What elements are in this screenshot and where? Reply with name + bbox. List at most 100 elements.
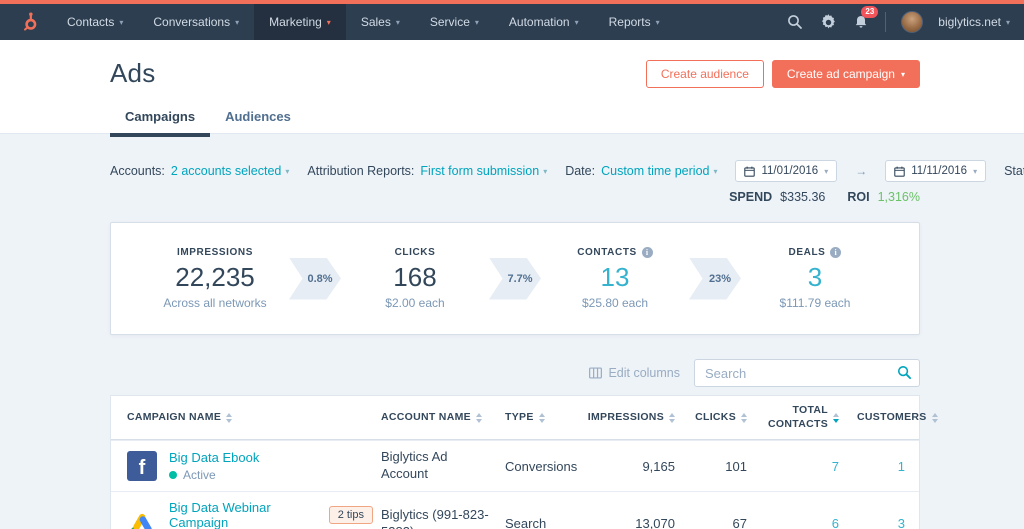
- info-icon[interactable]: i: [641, 247, 653, 259]
- table-row-big-data-webinar-campaign: Big Data Webinar Campaign 2 tips Active …: [111, 491, 919, 529]
- create-audience-button[interactable]: Create audience: [645, 60, 764, 88]
- create-ad-campaign-button[interactable]: Create ad campaign ▾: [771, 60, 920, 88]
- chevron-down-icon: ▾: [395, 17, 400, 27]
- top-nav: Contacts ▾ Conversations ▾ Marketing ▾ Sale…: [0, 4, 1024, 40]
- contacts-metric-value: 13: [600, 262, 630, 293]
- clicks-metric: CLICKS 168 $2.00 each: [341, 247, 489, 310]
- status-active-dot: [169, 471, 177, 480]
- attribution-filter-dropdown[interactable]: First form submission ▾: [420, 164, 547, 178]
- chevron-down-icon: ▾: [1005, 17, 1010, 27]
- date-start-picker[interactable]: 11/01/2016 ▾: [735, 160, 838, 182]
- search-input[interactable]: [694, 359, 920, 387]
- nav-item-service[interactable]: Service ▾: [415, 4, 494, 40]
- settings-gear-icon[interactable]: [819, 13, 837, 31]
- contacts-metric-sub: $25.80 each: [581, 295, 649, 310]
- ads-dashboard: Accounts: 2 accounts selected ▾ Attributi…: [0, 134, 1024, 529]
- contacts-to-deals-rate: 23%: [689, 257, 741, 300]
- nav-utilities: 23 biglytics.net ▾: [786, 6, 1010, 33]
- chevron-down-icon: ▾: [235, 17, 240, 27]
- type-cell: Search: [505, 516, 547, 529]
- user-avatar[interactable]: [901, 11, 924, 33]
- nav-item-label: Conversations: [153, 15, 231, 29]
- clicks-metric-label: CLICKS: [394, 247, 436, 259]
- edit-columns-label: Edit columns: [608, 366, 680, 380]
- spend-value: $335.36: [780, 190, 826, 204]
- column-header-account-name[interactable]: ACCOUNT NAME: [377, 403, 501, 432]
- account-name-cell: Biglytics Ad Account: [381, 449, 448, 482]
- column-header-campaign-name[interactable]: CAMPAIGN NAME: [111, 403, 377, 432]
- date-filter-dropdown[interactable]: Custom time period ▾: [601, 164, 717, 178]
- total-contacts-cell[interactable]: 6: [761, 508, 853, 529]
- spend-roi-summary: SPEND $335.36 ROI 1,316%: [110, 190, 920, 204]
- tab-audiences[interactable]: Audiences: [210, 103, 306, 137]
- deals-metric-sub: $111.79 each: [779, 295, 851, 310]
- deals-metric-label: DEALS i: [741, 247, 889, 259]
- accounts-filter-dropdown[interactable]: 2 accounts selected ▾: [171, 164, 290, 178]
- page-title: Ads: [110, 58, 156, 88]
- impressions-cell: 13,070: [635, 516, 675, 529]
- filter-bar: Accounts: 2 accounts selected ▾ Attributi…: [110, 160, 1024, 182]
- status-filter-label: Status:: [1004, 164, 1024, 178]
- chevron-down-icon: ▾: [285, 166, 290, 176]
- edit-columns-button[interactable]: Edit columns: [589, 366, 680, 380]
- column-header-impressions[interactable]: IMPRESSIONS: [588, 403, 689, 432]
- info-icon[interactable]: i: [830, 247, 842, 259]
- impressions-metric: IMPRESSIONS 22,235 Across all networks: [141, 247, 289, 310]
- campaign-cell: f Big Data Ebook Active: [111, 442, 377, 490]
- chevron-down-icon: ▾: [973, 166, 978, 176]
- nav-item-label: Contacts: [67, 15, 115, 29]
- sort-icon: [931, 412, 938, 423]
- spend-label: SPEND: [729, 190, 773, 204]
- date-end-picker[interactable]: 11/11/2016 ▾: [885, 160, 987, 182]
- table-controls: Edit columns: [110, 359, 920, 387]
- sort-icon: [475, 412, 482, 423]
- nav-item-label: Service: [429, 15, 470, 29]
- notifications-bell-icon[interactable]: 23: [852, 6, 879, 31]
- roi-label: ROI: [847, 190, 870, 204]
- column-header-type[interactable]: TYPE: [501, 403, 589, 432]
- sort-icon: [741, 412, 747, 423]
- calendar-icon: [894, 166, 905, 177]
- tab-bar: Campaigns Audiences: [110, 103, 920, 137]
- calendar-icon: [744, 166, 756, 177]
- impressions-metric-sub: Across all networks: [163, 295, 267, 310]
- columns-icon: [589, 367, 603, 379]
- type-cell: Conversions: [505, 458, 578, 474]
- chevron-down-icon: ▾: [900, 69, 905, 79]
- hubspot-logo-icon[interactable]: [16, 11, 42, 33]
- impressions-to-clicks-rate: 0.8%: [289, 257, 341, 300]
- customers-cell[interactable]: 3: [853, 508, 919, 529]
- nav-item-automation[interactable]: Automation ▾: [494, 4, 594, 40]
- nav-item-reports[interactable]: Reports ▾: [594, 4, 675, 40]
- search-icon[interactable]: [786, 13, 804, 31]
- contacts-metric-label: CONTACTS i: [541, 247, 689, 259]
- column-header-clicks[interactable]: CLICKS: [689, 403, 761, 432]
- search-icon[interactable]: [897, 365, 912, 385]
- chevron-down-icon: ▾: [474, 17, 479, 27]
- roi-value: 1,316%: [877, 190, 920, 204]
- campaign-link[interactable]: Big Data Webinar Campaign: [169, 500, 319, 529]
- customers-cell[interactable]: 1: [853, 451, 919, 482]
- account-menu[interactable]: biglytics.net ▾: [938, 15, 1010, 29]
- column-header-total-contacts[interactable]: TOTAL CONTACTS: [761, 396, 853, 439]
- sort-icon-active: [833, 412, 839, 423]
- nav-item-sales[interactable]: Sales ▾: [346, 4, 415, 40]
- sort-icon: [538, 412, 545, 423]
- nav-item-conversations[interactable]: Conversations ▾: [138, 4, 254, 40]
- nav-item-label: Automation: [508, 15, 570, 29]
- tips-badge[interactable]: 2 tips: [328, 506, 373, 525]
- nav-item-marketing[interactable]: Marketing ▾: [254, 4, 346, 40]
- nav-divider: [885, 12, 887, 32]
- account-name: biglytics.net: [938, 15, 1001, 29]
- column-header-customers[interactable]: CUSTOMERS: [853, 403, 952, 432]
- roi-summary: ROI 1,316%: [847, 190, 920, 204]
- nav-item-contacts[interactable]: Contacts ▾: [52, 4, 138, 40]
- campaign-cell: Big Data Webinar Campaign 2 tips Active: [111, 492, 377, 529]
- tab-campaigns[interactable]: Campaigns: [110, 103, 211, 137]
- impressions-metric-value: 22,235: [175, 262, 255, 293]
- campaign-link[interactable]: Big Data Ebook: [169, 450, 259, 465]
- chevron-down-icon: ▾: [119, 17, 124, 27]
- campaigns-table: CAMPAIGN NAME ACCOUNT NAME TYPE IMPRESSI…: [110, 395, 938, 529]
- status-label: Active: [183, 468, 216, 483]
- total-contacts-cell[interactable]: 7: [761, 451, 853, 482]
